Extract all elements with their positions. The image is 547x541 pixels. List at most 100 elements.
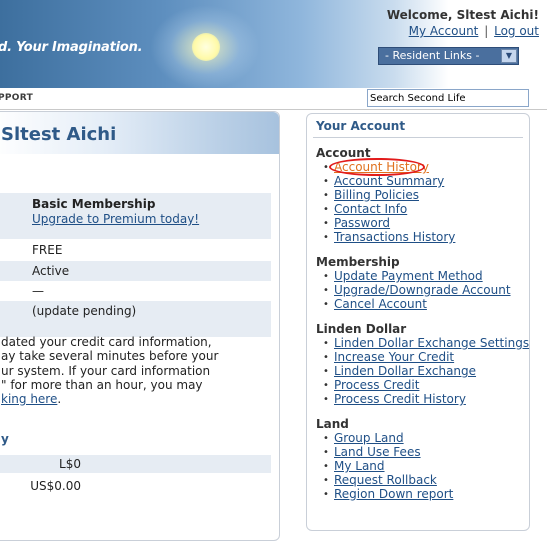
- sidebar-link[interactable]: Group Land: [334, 431, 404, 445]
- sidebar-item-account-summary[interactable]: • Account Summary: [316, 175, 455, 189]
- sidebar-item-land-use-fees[interactable]: • Land Use Fees: [316, 446, 453, 460]
- link-separator: |: [484, 24, 489, 38]
- status-row: Active: [0, 261, 271, 281]
- sidebar-item-request-rollback[interactable]: • Request Rollback: [316, 474, 453, 488]
- my-account-link[interactable]: My Account: [409, 24, 479, 38]
- land-menu: • Group Land • Land Use Fees • My Land • Req…: [316, 432, 453, 502]
- sidebar-item-upgrade-downgrade[interactable]: • Upgrade/Downgrade Account: [316, 284, 511, 298]
- sidebar-item-contact-info[interactable]: • Contact Info: [316, 203, 455, 217]
- credit-card-message: dated your credit card information, ay t…: [0, 335, 271, 406]
- sidebar-link[interactable]: Contact Info: [334, 202, 407, 216]
- click-here-link[interactable]: king here: [1, 392, 57, 406]
- section-title: Linden Dollar: [316, 322, 407, 336]
- sidebar-item-account-history[interactable]: • Account History: [316, 158, 455, 176]
- sidebar-item-region-down[interactable]: • Region Down report: [316, 488, 453, 502]
- update-row: (update pending): [0, 301, 271, 337]
- chevron-down-icon[interactable]: ▼: [501, 49, 517, 63]
- sidebar-item-process-credit-history[interactable]: • Process Credit History: [316, 393, 529, 407]
- bullet-icon: •: [323, 338, 329, 349]
- update-pending-value: (update pending): [32, 304, 137, 318]
- resident-links-dropdown[interactable]: - Resident Links - ▼: [378, 47, 519, 65]
- bullet-icon: •: [323, 447, 329, 458]
- sidebar-item-increase-credit[interactable]: • Increase Your Credit: [316, 351, 529, 365]
- upgrade-premium-link[interactable]: Upgrade to Premium today!: [32, 212, 199, 226]
- sun-graphic: [192, 33, 220, 61]
- user-area: Welcome, Sltest Aichi! My Account | Log …: [387, 8, 539, 38]
- bullet-icon: •: [323, 461, 329, 472]
- sidebar-link[interactable]: Cancel Account: [334, 297, 427, 311]
- sidebar-link[interactable]: Increase Your Credit: [334, 350, 454, 364]
- account-summary-panel: Sltest Aichi Basic Membership Upgrade to…: [0, 111, 280, 541]
- section-membership: Membership • Update Payment Method • Upgra…: [316, 255, 511, 312]
- bullet-icon: •: [323, 352, 329, 363]
- sidebar-link[interactable]: Update Payment Method: [334, 269, 483, 283]
- sidebar-item-cancel-account[interactable]: • Cancel Account: [316, 298, 511, 312]
- sidebar-link[interactable]: Upgrade/Downgrade Account: [334, 283, 511, 297]
- sidebar-item-update-payment[interactable]: • Update Payment Method: [316, 270, 511, 284]
- dash-value: —: [32, 284, 44, 298]
- message-line: ay take several minutes before your: [1, 349, 219, 364]
- your-account-sidebar: Your Account Account • Account History •…: [306, 113, 530, 531]
- account-menu: • Account History • Account Summary • Bill…: [316, 158, 455, 245]
- resident-links-label: - Resident Links -: [385, 49, 480, 62]
- linden-balance-value: L$0: [59, 457, 81, 471]
- bullet-icon: •: [323, 285, 329, 296]
- message-tail: .: [57, 392, 62, 407]
- sidebar-item-lde-settings[interactable]: • Linden Dollar Exchange Settings: [316, 337, 529, 351]
- status-value: Active: [32, 264, 70, 278]
- bullet-icon: •: [323, 489, 329, 500]
- sidebar-link[interactable]: Billing Policies: [334, 188, 419, 202]
- linden-dollar-menu: • Linden Dollar Exchange Settings • Increa…: [316, 337, 529, 407]
- bullet-icon: •: [323, 299, 329, 310]
- sidebar-link[interactable]: Linden Dollar Exchange: [334, 364, 476, 378]
- sidebar-link[interactable]: Land Use Fees: [334, 445, 421, 459]
- section-land: Land • Group Land • Land Use Fees • My Land…: [316, 417, 453, 502]
- fee-row: FREE: [0, 240, 271, 260]
- sidebar-link[interactable]: Password: [334, 216, 390, 230]
- page-title: Sltest Aichi: [1, 124, 117, 145]
- usd-balance-row: US$0.00: [0, 477, 271, 495]
- sidebar-item-password[interactable]: • Password: [316, 217, 455, 231]
- bullet-icon: •: [323, 218, 329, 229]
- usd-balance-value: US$0.00: [30, 479, 81, 493]
- linden-balance-row: L$0: [0, 455, 271, 473]
- nav-bar: PPORT: [0, 88, 547, 110]
- log-out-link[interactable]: Log out: [494, 24, 539, 38]
- sidebar-link[interactable]: Process Credit: [334, 378, 419, 392]
- sidebar-item-group-land[interactable]: • Group Land: [316, 432, 453, 446]
- message-line: ur system. If your card information: [1, 363, 211, 378]
- message-line: dated your credit card information,: [1, 335, 212, 349]
- sidebar-link[interactable]: Account Summary: [334, 174, 444, 188]
- bullet-icon: •: [323, 176, 329, 187]
- bullet-icon: •: [323, 394, 329, 405]
- sidebar-link[interactable]: Linden Dollar Exchange Settings: [334, 336, 529, 350]
- bullet-icon: •: [323, 204, 329, 215]
- sidebar-title: Your Account: [316, 119, 406, 133]
- welcome-text: Welcome, Sltest Aichi!: [386, 8, 539, 22]
- search-input[interactable]: [367, 89, 529, 107]
- sidebar-item-transactions-history[interactable]: • Transactions History: [316, 231, 455, 245]
- sidebar-link[interactable]: My Land: [334, 459, 385, 473]
- sidebar-link[interactable]: Request Rollback: [334, 473, 437, 487]
- section-account: Account • Account History • Account Summa…: [316, 146, 455, 245]
- bullet-icon: •: [323, 271, 329, 282]
- nav-item-support[interactable]: PPORT: [0, 93, 33, 103]
- sidebar-item-my-land[interactable]: • My Land: [316, 460, 453, 474]
- bullet-icon: •: [323, 162, 329, 173]
- bullet-icon: •: [323, 433, 329, 444]
- fee-value: FREE: [32, 243, 63, 257]
- sidebar-link[interactable]: Transactions History: [334, 230, 455, 244]
- message-line: " for more than an hour, you may: [1, 377, 203, 392]
- sidebar-link[interactable]: Region Down report: [334, 487, 453, 501]
- sidebar-item-billing-policies[interactable]: • Billing Policies: [316, 189, 455, 203]
- bullet-icon: •: [323, 366, 329, 377]
- section-linden-dollar: Linden Dollar • Linden Dollar Exchange Se…: [316, 322, 529, 407]
- sidebar-item-lde[interactable]: • Linden Dollar Exchange: [316, 365, 529, 379]
- sidebar-item-process-credit[interactable]: • Process Credit: [316, 379, 529, 393]
- bullet-icon: •: [323, 190, 329, 201]
- sidebar-link[interactable]: Process Credit History: [334, 392, 466, 406]
- bullet-icon: •: [323, 475, 329, 486]
- divider: [313, 137, 523, 138]
- account-links: My Account | Log out: [387, 24, 539, 38]
- membership-type: Basic Membership: [32, 197, 156, 211]
